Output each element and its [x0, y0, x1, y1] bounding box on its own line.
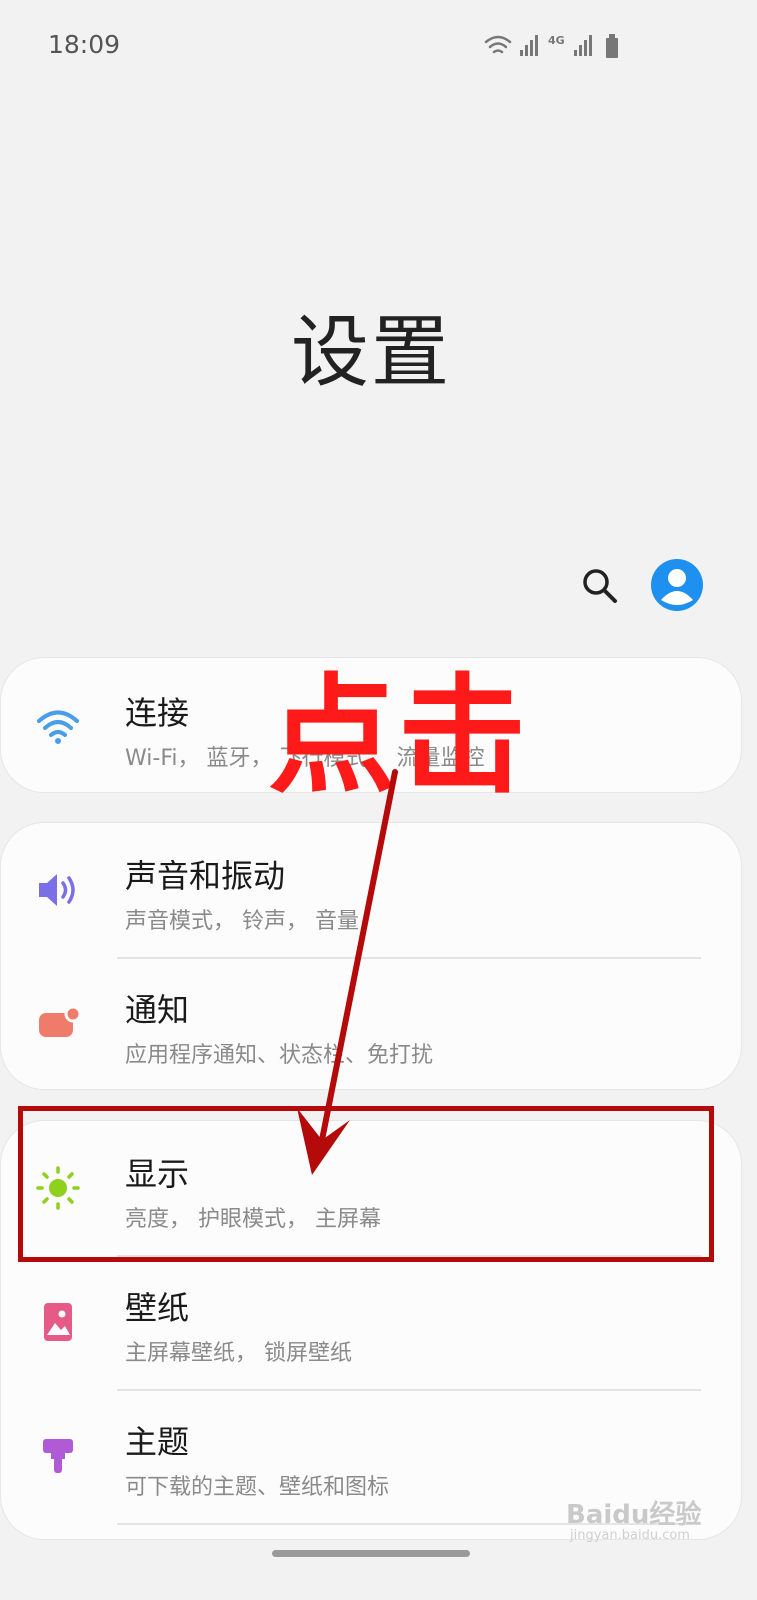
watermark-url: jingyan.baidu.com: [570, 1528, 690, 1543]
network-4g-icon: 4G: [548, 34, 565, 47]
volume-icon: [39, 874, 75, 906]
theme-icon: [43, 1439, 73, 1473]
annotation-highlight-box: [18, 1106, 714, 1262]
account-button[interactable]: [650, 558, 704, 612]
status-bar: 18:09 4G: [0, 0, 757, 95]
settings-item-sound[interactable]: 声音和振动 声音模式， 铃声， 音量: [1, 823, 743, 957]
settings-card-sound-notifications: 声音和振动 声音模式， 铃声， 音量 通知 应用程序通知、状态栏、免打扰: [0, 822, 742, 1090]
search-icon: [583, 569, 617, 603]
wallpaper-icon: [44, 1303, 72, 1341]
account-icon: [651, 559, 703, 611]
notification-icon: [39, 1005, 81, 1037]
settings-item-title: 通知: [125, 991, 190, 1029]
page-title: 设置: [290, 308, 451, 398]
signal-icon: [574, 35, 592, 56]
battery-icon: [606, 34, 618, 58]
settings-item-wallpaper[interactable]: 壁纸 主屏幕壁纸， 锁屏壁纸: [1, 1255, 743, 1389]
settings-item-title: 声音和振动: [125, 857, 286, 895]
settings-item-subtitle: 主屏幕壁纸， 锁屏壁纸: [125, 1341, 352, 1366]
settings-item-title: 主题: [125, 1423, 190, 1461]
status-icons: 4G: [484, 34, 618, 58]
settings-item-title: 壁纸: [125, 1289, 190, 1327]
settings-item-title: 连接: [125, 694, 190, 732]
watermark: Baidu经验: [566, 1500, 702, 1530]
wifi-icon: [37, 710, 79, 744]
annotation-click-label: 点击: [268, 662, 529, 811]
settings-item-notifications[interactable]: 通知 应用程序通知、状态栏、免打扰: [1, 957, 743, 1091]
status-time: 18:09: [48, 30, 121, 59]
home-indicator[interactable]: [272, 1550, 470, 1557]
search-button[interactable]: [578, 564, 622, 608]
signal-icon: [520, 35, 538, 56]
settings-item-subtitle: 应用程序通知、状态栏、免打扰: [125, 1043, 434, 1068]
settings-item-subtitle: 声音模式， 铃声， 音量: [125, 909, 359, 934]
settings-item-subtitle: 可下载的主题、壁纸和图标: [125, 1475, 390, 1500]
wifi-icon: [484, 35, 512, 54]
